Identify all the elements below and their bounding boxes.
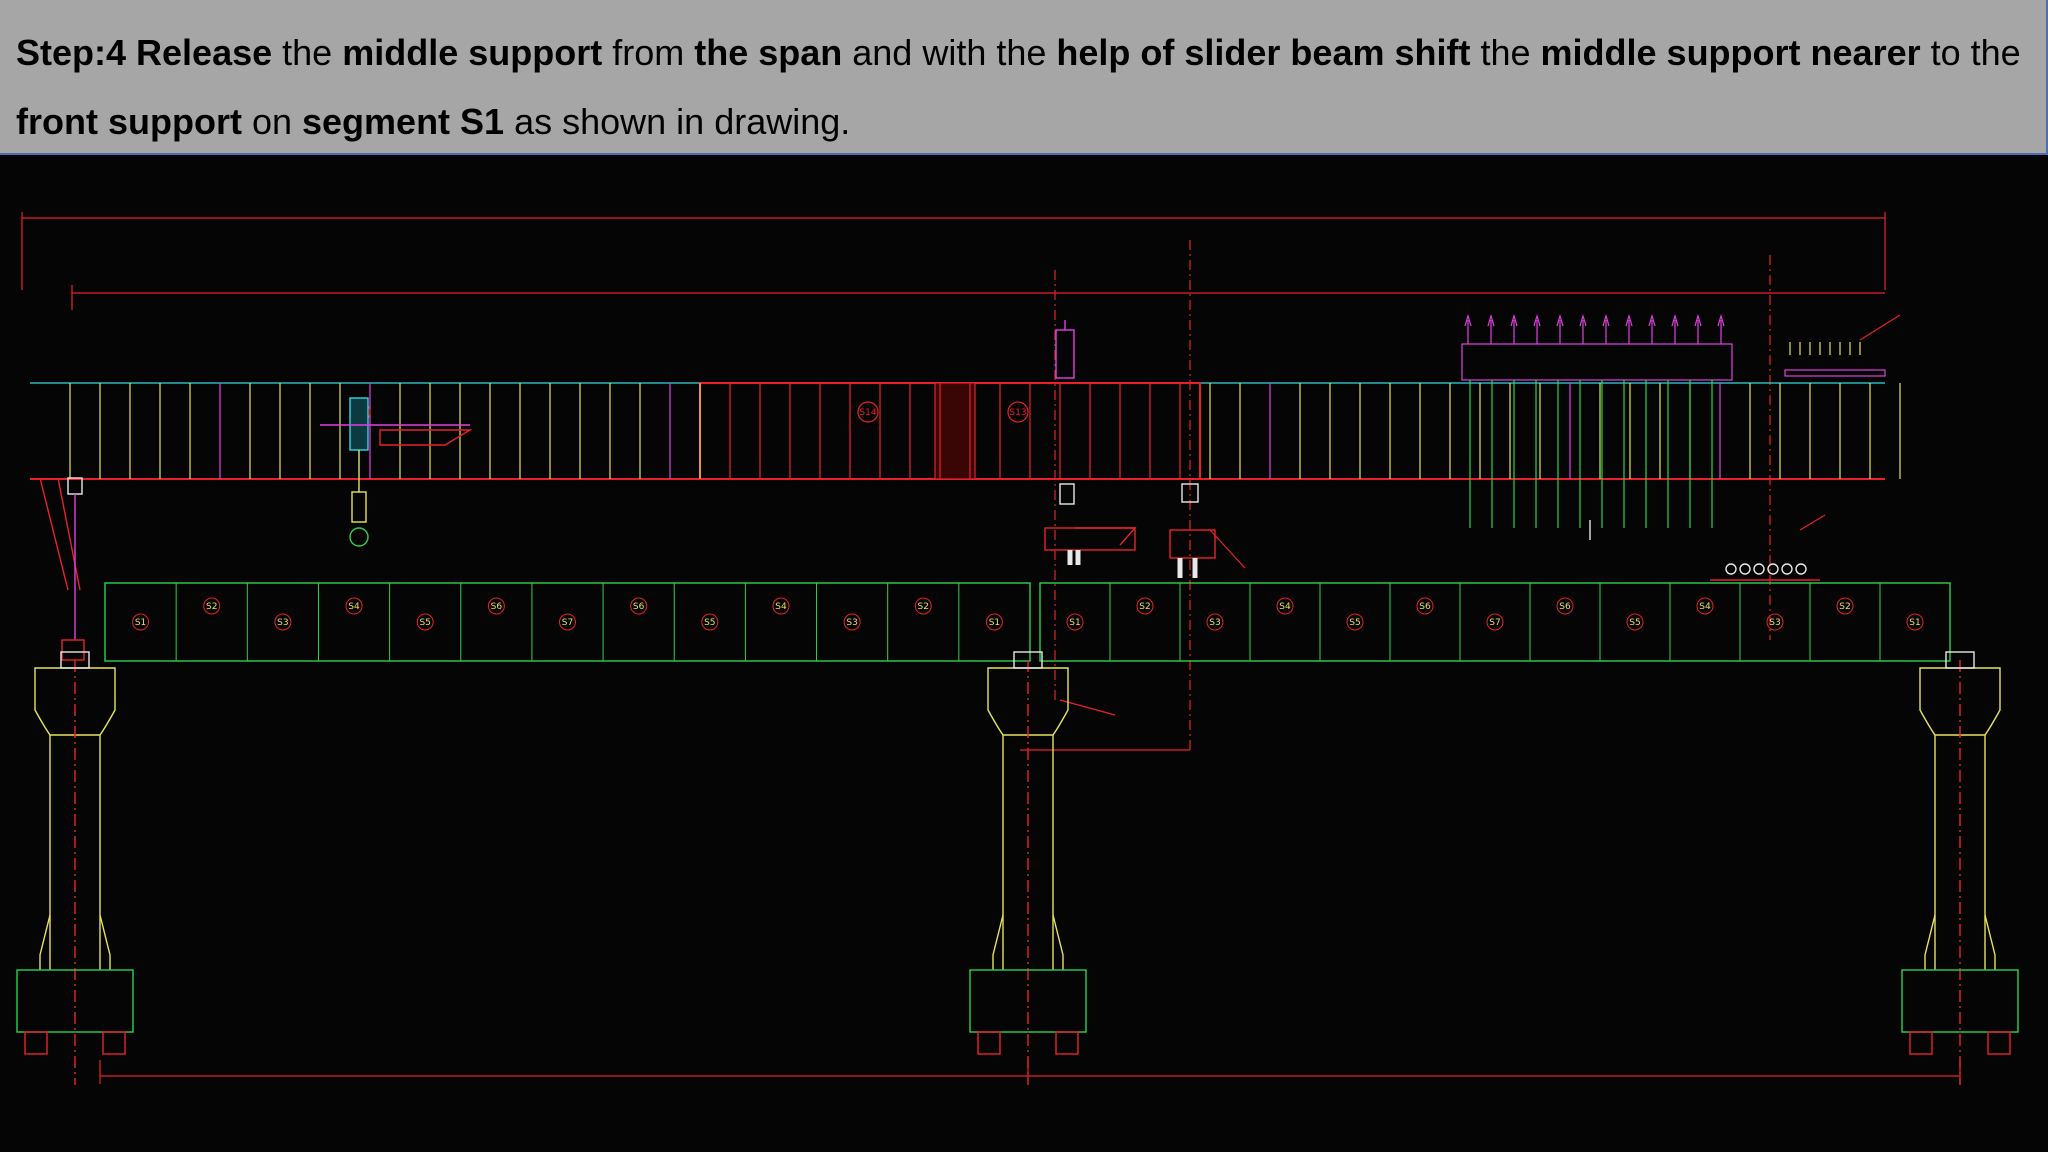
gantry-label: S14	[859, 408, 876, 418]
launching-girder-drawing: S7 S14 S13	[16, 212, 2019, 1085]
segment-label: S1	[1069, 618, 1080, 628]
segment-label: S6	[633, 602, 645, 612]
roller-icon	[1753, 563, 1765, 575]
segment-label: S6	[491, 602, 503, 612]
segment-label: S6	[1419, 602, 1431, 612]
segment-label: S2	[1839, 602, 1850, 612]
segment-label: S7	[562, 618, 573, 628]
segment-label: S3	[1209, 618, 1220, 628]
segment-label: S5	[419, 618, 430, 628]
segment-label: S1	[135, 618, 146, 628]
segment-label: S6	[1559, 602, 1571, 612]
segment-label: S1	[989, 618, 1000, 628]
pile	[977, 1031, 1001, 1055]
roller-icon	[1725, 563, 1737, 575]
segment-label: S3	[846, 618, 857, 628]
pier	[1901, 651, 2019, 1085]
segment-label: S7	[1489, 618, 1500, 628]
launching-girder: S7S14S13	[30, 313, 1901, 528]
segment-label: S5	[704, 618, 715, 628]
segment-label: S4	[348, 602, 360, 612]
pier-cap	[987, 667, 1069, 736]
pile	[1055, 1031, 1079, 1055]
segment-label: S1	[1909, 618, 1920, 628]
segment-label: S5	[1349, 618, 1360, 628]
segment-label: S5	[1629, 618, 1640, 628]
segment-label: S3	[277, 618, 288, 628]
segment-label: S4	[1699, 602, 1711, 612]
pile	[1909, 1031, 1933, 1055]
segment-label: S4	[775, 602, 787, 612]
segment-label: S2	[1139, 602, 1150, 612]
middle-support-assembly	[1044, 320, 1820, 581]
hoist-trolley	[320, 397, 473, 547]
pier-cap	[34, 667, 116, 736]
pier	[969, 651, 1087, 1085]
roller-icon	[1795, 563, 1807, 575]
gantry-label: S13	[1009, 408, 1026, 418]
pier	[16, 651, 134, 1085]
segment-label: S2	[206, 602, 217, 612]
segment-label: S3	[1769, 618, 1780, 628]
pier-cap	[1919, 667, 2001, 736]
roller-icon	[1781, 563, 1793, 575]
dimension-lines	[21, 212, 1961, 1084]
pile	[1987, 1031, 2011, 1055]
pile	[24, 1031, 48, 1055]
segment-label: S2	[918, 602, 929, 612]
roller-icon	[1739, 563, 1751, 575]
segment-label: S4	[1279, 602, 1291, 612]
rear-support-leg	[39, 477, 85, 661]
pile	[102, 1031, 126, 1055]
